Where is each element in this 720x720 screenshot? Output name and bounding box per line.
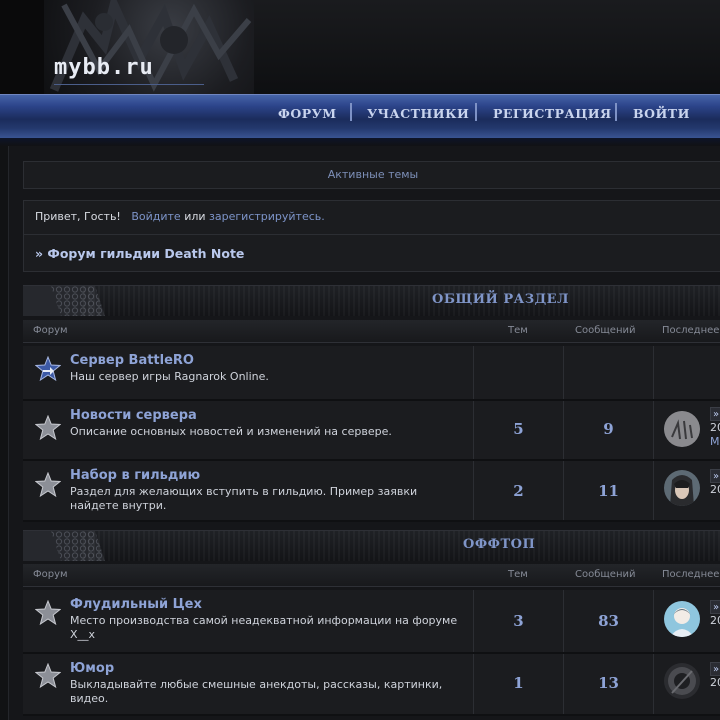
category-texture (83, 531, 720, 561)
forum-row: Флудильный Цех Место производства самой … (23, 590, 720, 654)
or-text: или (184, 210, 206, 223)
column-forum: Форум (33, 325, 68, 336)
column-posts: Сообщений (575, 325, 636, 336)
column-forum: Форум (33, 569, 68, 580)
forum-title[interactable]: Флудильный Цех (70, 597, 202, 612)
forum-row: Набор в гильдию Раздел для желающих всту… (23, 461, 720, 522)
forum-row: Новости сервера Описание основных новост… (23, 401, 720, 461)
last-post-link[interactable]: » (710, 662, 720, 676)
last-post-author[interactable]: Ma (710, 435, 720, 448)
forum-row: Юмор Выкладывайте любые смешные анекдоты… (23, 654, 720, 716)
last-post-cell: » 20 (653, 590, 720, 652)
column-topics: Тем (508, 325, 528, 336)
nav-members[interactable]: УЧАСТНИКИ (367, 106, 469, 121)
avatar[interactable] (664, 663, 700, 699)
forum-row: Сервер BattleRO Наш сервер игры Ragnarok… (23, 346, 720, 401)
last-post-cell: » 20 (653, 654, 720, 714)
posts-count: 13 (598, 674, 619, 692)
topics-count: 5 (513, 420, 524, 438)
welcome-message: Привет, Гость! Войдите или зарегистрируй… (35, 210, 325, 223)
forum-title[interactable]: Сервер BattleRO (70, 353, 194, 368)
column-last-post: Последнее (662, 569, 720, 580)
last-post-link[interactable]: » (710, 469, 720, 483)
forum-description: Выкладывайте любые смешные анекдоты, рас… (70, 678, 443, 705)
category-header: ОБЩИЙ РАЗДЕЛ (23, 285, 720, 316)
column-last-post: Последнее (662, 325, 720, 336)
column-posts: Сообщений (575, 569, 636, 580)
category-header: ОФФТОП (23, 530, 720, 561)
logo-underline (54, 84, 204, 85)
column-topics: Тем (508, 569, 528, 580)
nav-register[interactable]: РЕГИСТРАЦИЯ (493, 106, 612, 121)
topics-count: 3 (513, 612, 524, 630)
nav-login[interactable]: ВОЙТИ (633, 106, 690, 121)
redirect-star-icon (35, 356, 61, 382)
last-post-cell (653, 346, 720, 399)
star-icon (35, 663, 61, 689)
welcome-divider (24, 234, 720, 235)
last-post-date: 20 (710, 614, 720, 627)
main-navigation: ФОРУМ УЧАСТНИКИ РЕГИСТРАЦИЯ ВОЙТИ (0, 94, 720, 140)
avatar[interactable] (664, 411, 700, 447)
avatar[interactable] (664, 470, 700, 506)
login-link[interactable]: Войдите (131, 210, 180, 223)
last-post-date: 20 (710, 421, 720, 434)
star-icon (35, 600, 61, 626)
avatar[interactable] (664, 601, 700, 637)
star-icon (35, 472, 61, 498)
last-post-date: 20 (710, 483, 720, 496)
posts-count: 83 (598, 612, 619, 630)
nav-separator (350, 103, 352, 121)
forum-description: Наш сервер игры Ragnarok Online. (70, 370, 269, 383)
nav-forum[interactable]: ФОРУМ (278, 106, 337, 121)
site-logo[interactable]: mybb.ru (54, 55, 154, 80)
posts-cell (563, 346, 653, 399)
greeting-text: Привет, Гость! (35, 210, 121, 223)
nav-separator (615, 103, 617, 121)
posts-count: 9 (603, 420, 614, 438)
topics-count: 2 (513, 482, 524, 500)
last-post-date: 20 (710, 676, 720, 689)
forum-main: Активные темы Привет, Гость! Войдите или… (8, 146, 720, 720)
welcome-panel: Привет, Гость! Войдите или зарегистрируй… (23, 200, 720, 272)
forum-title[interactable]: Новости сервера (70, 408, 197, 423)
last-post-cell: » 20 Ma (653, 401, 720, 459)
forum-description: Раздел для желающих вступить в гильдию. … (70, 485, 418, 512)
forum-description: Место производства самой неадекватной ин… (70, 614, 458, 641)
breadcrumb[interactable]: » Форум гильдии Death Note (35, 246, 244, 261)
forum-title[interactable]: Юмор (70, 661, 114, 676)
nav-separator (475, 103, 477, 121)
star-icon (35, 415, 61, 441)
register-link[interactable]: зарегистрируйтесь. (209, 210, 325, 223)
category-title: ОФФТОП (463, 537, 536, 552)
last-post-link[interactable]: » (710, 407, 720, 421)
last-post-cell: » 20 (653, 461, 720, 520)
last-post-link[interactable]: » (710, 600, 720, 614)
topics-count: 1 (513, 674, 524, 692)
posts-count: 11 (598, 482, 619, 500)
table-header: Форум Тем Сообщений Последнее (23, 564, 720, 587)
active-topics-link[interactable]: Активные темы (23, 161, 720, 189)
topics-cell (473, 346, 563, 399)
header-left-edge (0, 0, 45, 94)
category-title: ОБЩИЙ РАЗДЕЛ (432, 292, 570, 307)
site-header: mybb.ru (0, 0, 720, 94)
table-header: Форум Тем Сообщений Последнее (23, 320, 720, 343)
forum-title[interactable]: Набор в гильдию (70, 468, 200, 483)
nav-shadow (0, 138, 720, 146)
forum-description: Описание основных новостей и изменений н… (70, 425, 392, 438)
category-texture (83, 286, 720, 316)
